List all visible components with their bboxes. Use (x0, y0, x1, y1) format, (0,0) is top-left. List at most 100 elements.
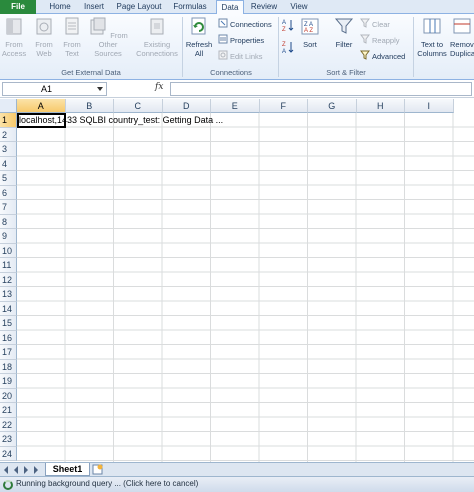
select-all-corner[interactable] (0, 99, 17, 113)
tab-formulas[interactable]: Formulas (168, 0, 212, 14)
column-header-c[interactable]: C (114, 99, 163, 113)
remove-duplicates-button[interactable]: Remove Duplicates (450, 16, 474, 58)
filter-funnel-icon (334, 18, 354, 34)
from-web-button[interactable]: From Web (30, 16, 58, 58)
column-header-a[interactable]: A (17, 99, 66, 113)
row-header-8[interactable]: 8 (0, 214, 17, 229)
column-header-h[interactable]: H (356, 99, 405, 113)
column-header-g[interactable]: G (308, 99, 357, 113)
properties-button[interactable]: Properties (218, 34, 264, 48)
ribbon-tab-strip: File Home Insert Page Layout Formulas Da… (0, 0, 474, 15)
row-header-6[interactable]: 6 (0, 185, 17, 200)
column-header-b[interactable]: B (65, 99, 114, 113)
sort-ascending-icon: AZ (282, 20, 294, 33)
tab-page-layout[interactable]: Page Layout (112, 0, 166, 14)
insert-sheet-icon[interactable] (92, 464, 104, 475)
group-label-get-external-data: Get External Data (61, 68, 121, 77)
cell-area[interactable] (17, 113, 474, 462)
from-text-button[interactable]: From Text (58, 16, 86, 58)
refresh-all-button[interactable]: Refresh All (184, 16, 214, 58)
row-header-3[interactable]: 3 (0, 142, 17, 157)
row-header-12[interactable]: 12 (0, 272, 17, 287)
row-header-19[interactable]: 19 (0, 374, 17, 389)
filter-button[interactable]: Filter (330, 16, 358, 49)
name-box[interactable]: A1 (2, 82, 107, 96)
clear-label: Clear (372, 20, 390, 29)
tab-view[interactable]: View (284, 0, 314, 14)
row-header-24[interactable]: 24 (0, 446, 17, 461)
row-header-14[interactable]: 14 (0, 301, 17, 316)
formula-input[interactable] (170, 82, 472, 96)
last-sheet-icon[interactable] (34, 466, 38, 474)
sort-button[interactable]: Z AA Z Sort (296, 16, 324, 49)
reapply-icon (360, 34, 370, 44)
column-header-f[interactable]: F (259, 99, 308, 113)
advanced-filter-icon (360, 50, 370, 60)
remove-duplicates-label: Remove Duplicates (450, 40, 474, 58)
other-sources-icon (90, 17, 106, 35)
from-other-sources-button[interactable]: From Other Sources (86, 16, 130, 58)
existing-connections-button[interactable]: Existing Connections (134, 16, 180, 58)
row-header-22[interactable]: 22 (0, 417, 17, 432)
group-divider (278, 17, 279, 77)
row-header-21[interactable]: 21 (0, 403, 17, 418)
row-header-7[interactable]: 7 (0, 200, 17, 215)
edit-links-label: Edit Links (230, 52, 263, 61)
properties-icon (218, 34, 228, 44)
from-access-button[interactable]: From Access (0, 16, 28, 58)
row-header-16[interactable]: 16 (0, 330, 17, 345)
text-to-columns-button[interactable]: Text to Columns (415, 16, 449, 58)
row-header-23[interactable]: 23 (0, 432, 17, 447)
advanced-label: Advanced (372, 52, 406, 61)
row-header-1[interactable]: 1 (0, 113, 17, 128)
row-header-10[interactable]: 10 (0, 243, 17, 258)
row-header-15[interactable]: 15 (0, 316, 17, 331)
sort-z-to-a-button[interactable]: ZA (282, 40, 294, 55)
column-header-d[interactable]: D (162, 99, 211, 113)
row-header-20[interactable]: 20 (0, 388, 17, 403)
cancel-query-status[interactable]: Running background query ... (Click here… (16, 479, 198, 488)
row-header-17[interactable]: 17 (0, 345, 17, 360)
text-to-columns-icon (423, 18, 441, 34)
row-header-11[interactable]: 11 (0, 258, 17, 273)
edit-links-button[interactable]: Edit Links (218, 50, 263, 64)
column-header-e[interactable]: E (211, 99, 260, 113)
clear-filter-button[interactable]: Clear (360, 18, 390, 32)
row-header-18[interactable]: 18 (0, 359, 17, 374)
chevron-down-icon[interactable] (97, 87, 103, 91)
existing-connections-label: Existing Connections (136, 40, 178, 58)
group-label-sort-filter: Sort & Filter (326, 68, 366, 77)
column-header-i[interactable]: I (405, 99, 454, 113)
from-text-label: From Text (63, 40, 81, 58)
text-file-icon (65, 17, 79, 35)
advanced-filter-button[interactable]: Advanced (360, 50, 405, 64)
sheet-tab-sheet1[interactable]: Sheet1 (45, 463, 90, 476)
tab-insert[interactable]: Insert (78, 0, 110, 14)
svg-text:Z: Z (282, 42, 286, 48)
from-access-label: From Access (1, 40, 27, 58)
reapply-button[interactable]: Reapply (360, 34, 400, 48)
row-header-2[interactable]: 2 (0, 127, 17, 142)
status-bar: Running background query ... (Click here… (0, 476, 474, 492)
row-header-13[interactable]: 13 (0, 287, 17, 302)
row-header-5[interactable]: 5 (0, 171, 17, 186)
sort-label: Sort (303, 40, 317, 49)
svg-text:Z: Z (282, 27, 286, 32)
connections-label: Connections (230, 20, 272, 29)
tab-home[interactable]: Home (42, 0, 78, 14)
tab-file[interactable]: File (0, 0, 36, 14)
properties-label: Properties (230, 36, 265, 45)
next-sheet-icon[interactable] (24, 466, 28, 474)
connections-icon (218, 18, 228, 28)
from-web-label: From Web (35, 40, 53, 58)
connections-button[interactable]: Connections (218, 18, 272, 32)
sort-a-to-z-button[interactable]: AZ (282, 18, 294, 33)
insert-function-icon[interactable]: fx (155, 82, 163, 92)
tab-review[interactable]: Review (246, 0, 282, 14)
prev-sheet-icon[interactable] (14, 466, 18, 474)
row-header-9[interactable]: 9 (0, 229, 17, 244)
row-header-4[interactable]: 4 (0, 156, 17, 171)
first-sheet-icon[interactable] (4, 466, 8, 474)
tab-data[interactable]: Data (216, 0, 244, 15)
svg-text:A: A (282, 20, 286, 26)
